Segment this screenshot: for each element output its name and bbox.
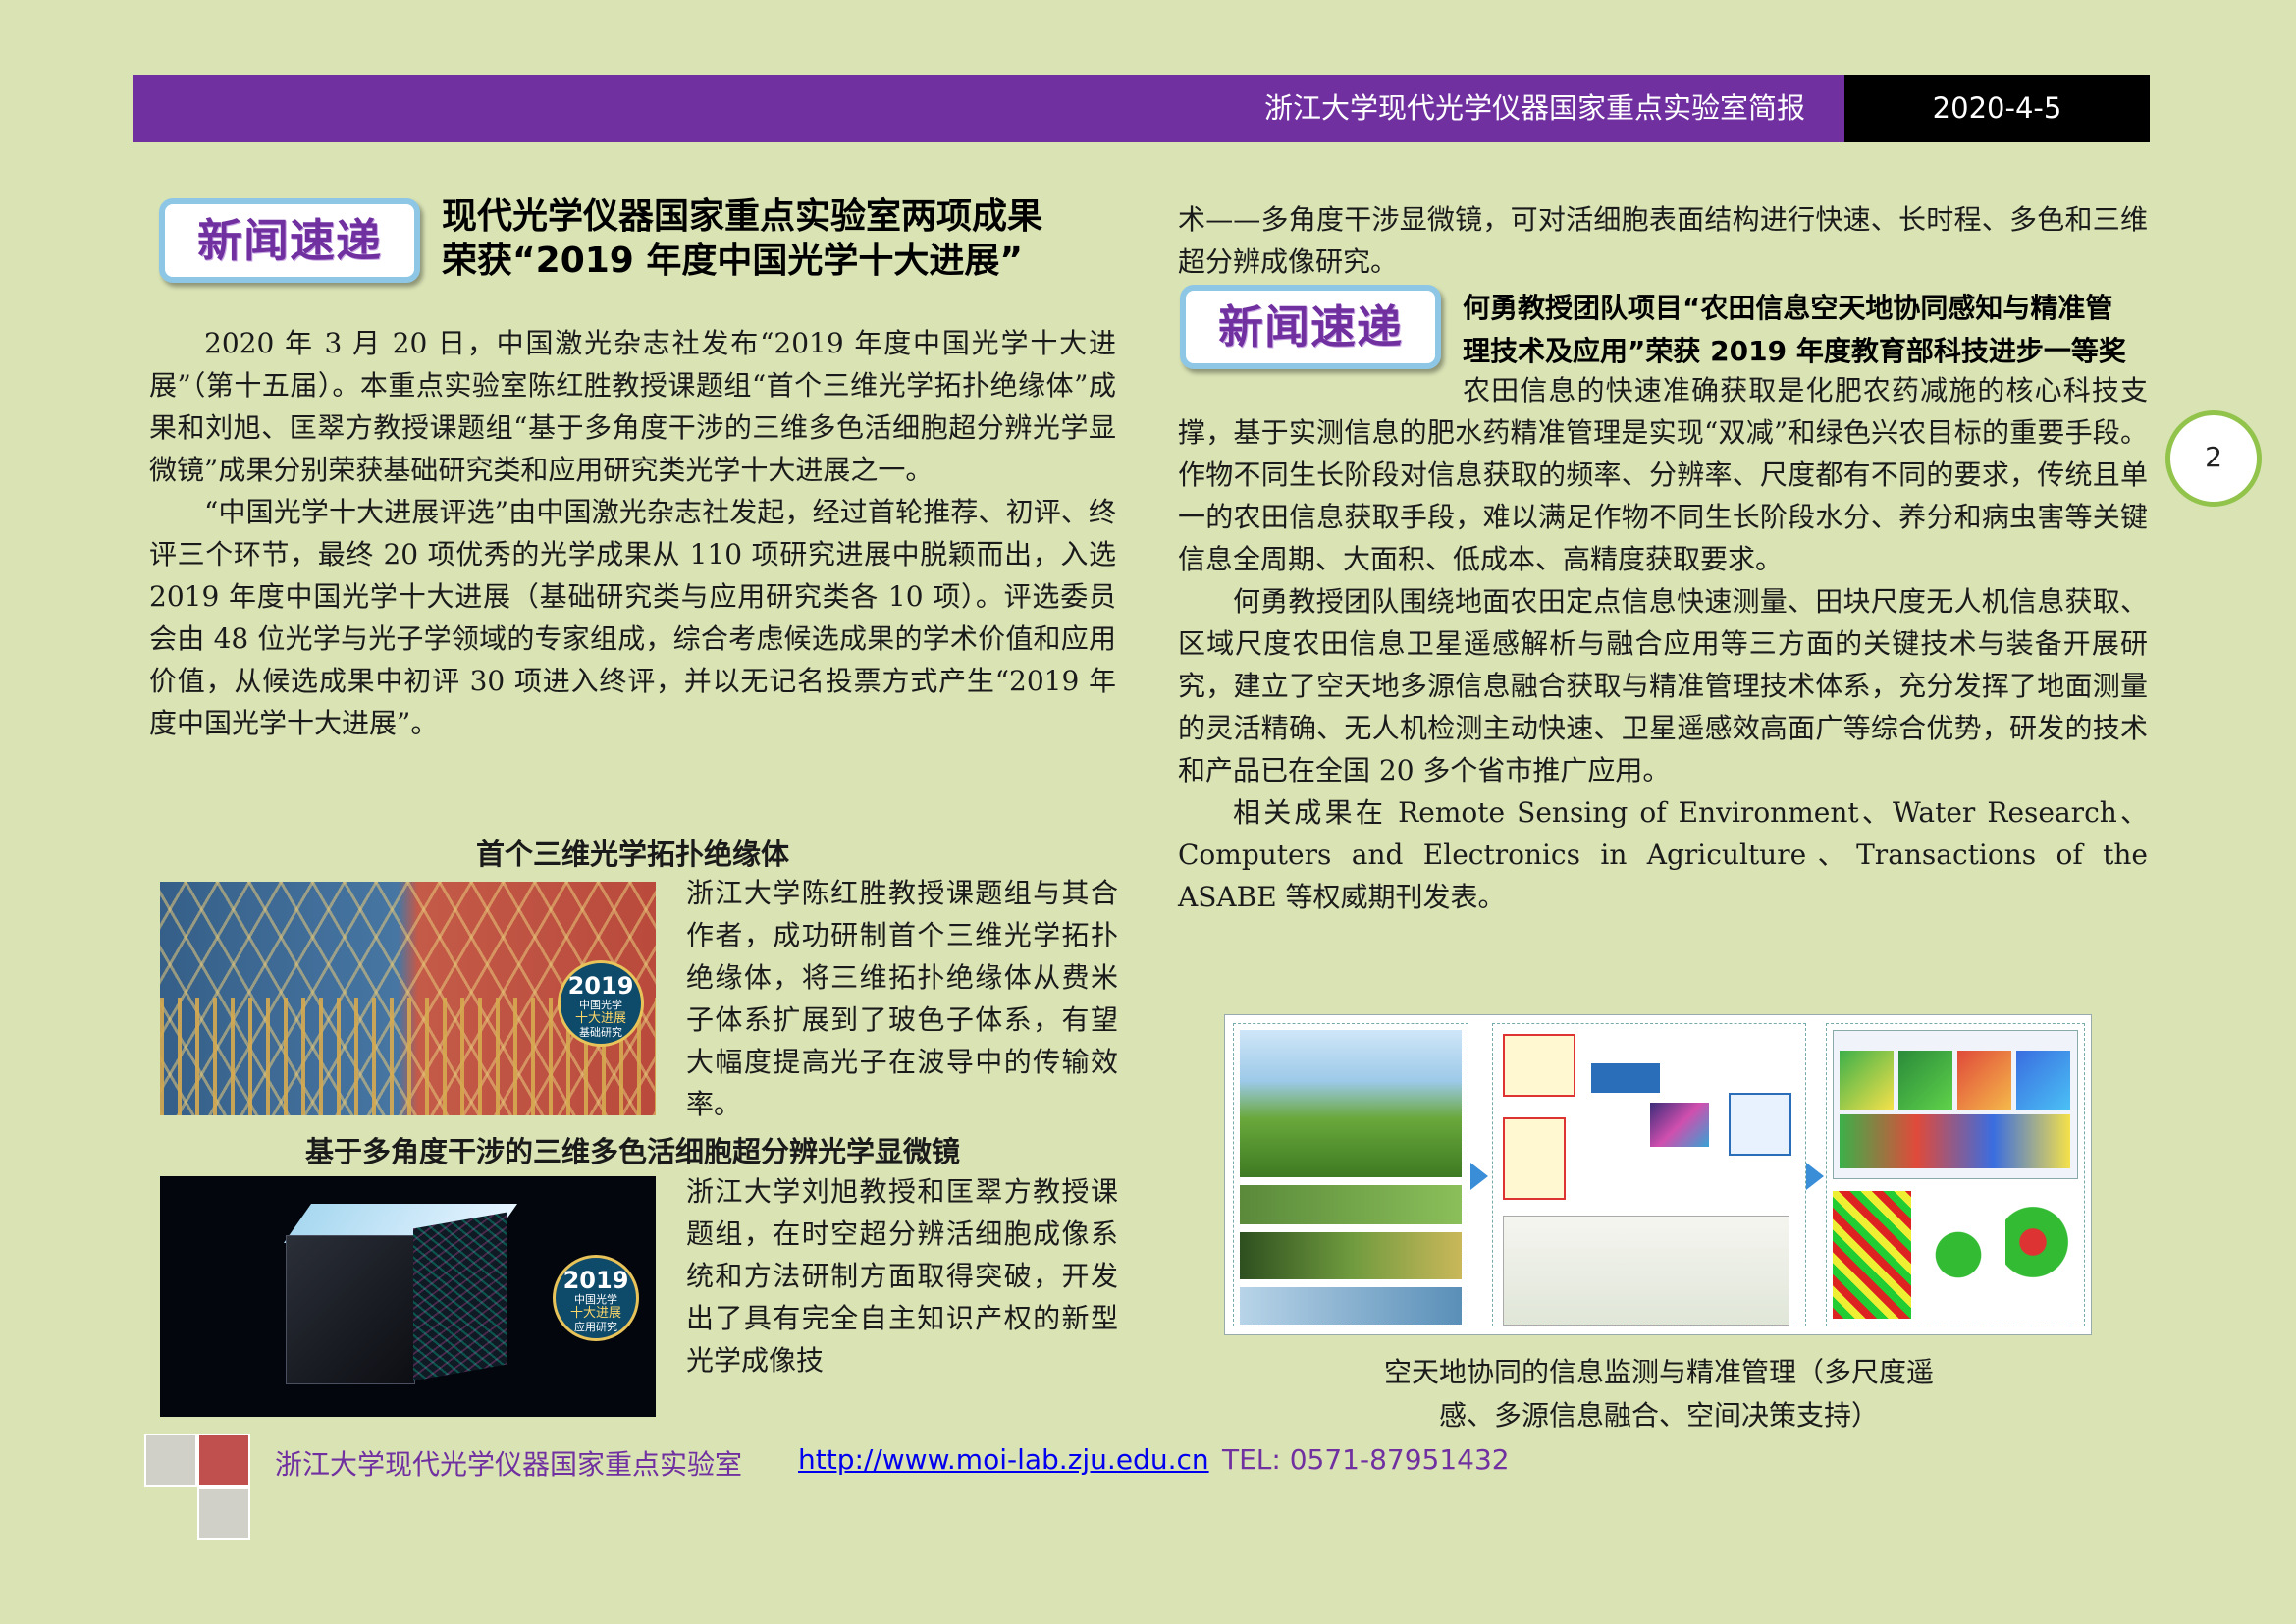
- agriculture-monitoring-figure: [1224, 1014, 2092, 1335]
- map-thumbnail: [1957, 1051, 2011, 1110]
- footer-phone: TEL: 0571-87951432: [1222, 1443, 1510, 1476]
- article1-title-line1: 现代光学仪器国家重点实验室两项成果: [442, 196, 1043, 237]
- flow-arrow: [1470, 1163, 1488, 1190]
- subsection1-text: 浙江大学陈红胜教授课题组与其合作者，成功研制首个三维光学拓扑绝缘体，将三维拓扑绝…: [686, 877, 1118, 1120]
- newsletter-title: 浙江大学现代光学仪器国家重点实验室简报: [133, 75, 1844, 142]
- figure-caption: 空天地协同的信息监测与精准管理（多尺度遥 感、多源信息融合、空间决策支持）: [1306, 1351, 2012, 1437]
- article1-continued: 术——多角度干涉显微镜，可对活细胞表面结构进行快速、长时程、多色和三维超分辨成像…: [1178, 203, 2148, 278]
- map-thumbnail: [1898, 1051, 1952, 1110]
- caption-line: 空天地协同的信息监测与精准管理（多尺度遥: [1383, 1356, 1934, 1388]
- diagram-box: [1503, 1117, 1566, 1200]
- field-photo: [1240, 1185, 1462, 1224]
- article2-title: 何勇教授团队项目“农田信息空天地协同感知与精准管 理技术及应用”荣获 2019 …: [1463, 287, 2150, 373]
- page-number: 2: [2165, 410, 2262, 507]
- issue-date: 2020-4-5: [1844, 75, 2150, 142]
- award-seal: 2019 中国光学 十大进展 应用研究: [553, 1255, 639, 1341]
- field-photo: [1240, 1232, 1462, 1279]
- field-map: [1833, 1191, 1911, 1319]
- footer-org: 浙江大学现代光学仪器国家重点实验室: [275, 1448, 743, 1481]
- article2-paragraph: 相关成果在 Remote Sensing of Environment、Wate…: [1178, 796, 2148, 913]
- map-thumbnail: [1840, 1051, 1894, 1110]
- microscope-cube-image: 2019 中国光学 十大进展 应用研究: [160, 1176, 656, 1417]
- diagram-chart: [1503, 1216, 1789, 1326]
- article1-paragraph: “中国光学十大进展评选”由中国激光杂志社发起，经过首轮推荐、初评、终评三个环节，…: [149, 496, 1116, 739]
- flow-arrow: [1806, 1163, 1824, 1190]
- article1-paragraph: 2020 年 3 月 20 日，中国激光杂志社发布“2019 年度中国光学十大进…: [149, 327, 1116, 486]
- diagram-box: [1591, 1063, 1660, 1093]
- diagram-image: [1650, 1103, 1709, 1147]
- map-thumbnail: [2016, 1051, 2070, 1110]
- subsection2-text: 浙江大学刘旭教授和匡翠方教授课题组，在时空超分辨活细胞成像系统和方法研制方面取得…: [686, 1175, 1118, 1377]
- award-seal: 2019 中国光学 十大进展 基础研究: [558, 960, 644, 1047]
- article2-body: 农田信息的快速准确获取是化肥农药减施的核心科技支撑，基于实测信息的肥水药精准管理…: [1178, 369, 2148, 918]
- article1-title: 现代光学仪器国家重点实验室两项成果 荣获“2019 年度中国光学十大进展”: [442, 194, 1129, 283]
- field-map: [2005, 1191, 2074, 1319]
- image-texture: [286, 1235, 415, 1384]
- article2-paragraph: 何勇教授团队围绕地面农田定点信息快速测量、田块尺度无人机信息获取、区域尺度农田信…: [1178, 585, 2148, 786]
- subsection1-title: 首个三维光学拓扑绝缘体: [475, 838, 789, 871]
- diagram-box: [1729, 1093, 1791, 1156]
- figure-panel-remote-sensing: [1233, 1023, 1468, 1326]
- news-badge: 新闻速递: [1180, 285, 1441, 369]
- news-badge: 新闻速递: [159, 198, 420, 283]
- article1-title-line2: 荣获“2019 年度中国光学十大进展”: [442, 241, 1024, 281]
- article1-body: 2020 年 3 月 20 日，中国激光杂志社发布“2019 年度中国光学十大进…: [149, 322, 1116, 744]
- article2-title-line1: 何勇教授团队项目“农田信息空天地协同感知与精准管: [1463, 292, 2113, 324]
- image-texture: [413, 1212, 507, 1381]
- article2-title-line2: 理技术及应用”荣获 2019 年度教育部科技进步一等奖: [1463, 335, 2126, 367]
- caption-line: 感、多源信息融合、空间决策支持）: [1438, 1399, 1879, 1432]
- map-thumbnail: [1840, 1114, 2070, 1168]
- field-map: [1919, 1191, 1998, 1319]
- figure-panel-decision-support: [1826, 1023, 2085, 1326]
- subsection2-title: 基于多角度干涉的三维多色活细胞超分辨光学显微镜: [304, 1135, 960, 1168]
- field-photo: [1240, 1287, 1462, 1325]
- footer-website-link[interactable]: http://www.moi-lab.zju.edu.cn: [798, 1443, 1209, 1476]
- footer-decoration: [144, 1434, 197, 1487]
- diagram-box: [1503, 1034, 1575, 1097]
- topological-insulator-image: 2019 中国光学 十大进展 基础研究: [160, 882, 656, 1115]
- satellite-field-photo: [1240, 1030, 1462, 1177]
- footer-decoration: [197, 1434, 250, 1487]
- footer-decoration: [197, 1487, 250, 1540]
- figure-panel-data-fusion: [1492, 1023, 1806, 1326]
- article2-paragraph: 农田信息的快速准确获取是化肥农药减施的核心科技支撑，基于实测信息的肥水药精准管理…: [1178, 374, 2148, 575]
- software-screenshot: [1833, 1030, 2078, 1179]
